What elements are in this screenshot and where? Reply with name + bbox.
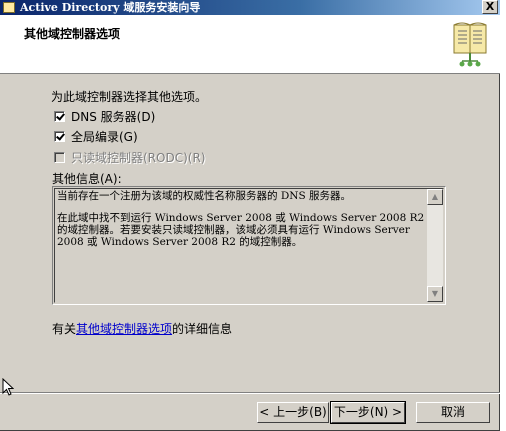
more-info-link[interactable]: 其他域控制器选项 [76,322,172,336]
title-bar[interactable]: Active Directory 域服务安装向导 X [0,0,500,15]
scroll-up-arrow-icon[interactable]: ▲ [427,189,443,205]
dns-server-option[interactable]: DNS 服务器(D) [54,108,155,124]
global-catalog-checkbox[interactable] [54,130,65,142]
wizard-header: 其他域控制器选项 [0,15,500,74]
info-paragraph-1: 当前存在一个注册为该域的权威性名称服务器的 DNS 服务器。 [57,190,351,202]
dns-server-label[interactable]: DNS 服务器(D) [71,108,155,125]
options-prompt: 为此域控制器选择其他选项。 [51,90,208,104]
rodc-label: 只读域控制器(RODC)(R) [71,150,206,165]
info-textbox-frame: 当前存在一个注册为该域的权威性名称服务器的 DNS 服务器。 在此域中找不到运行… [54,188,444,303]
window-title: Active Directory 域服务安装向导 [20,1,201,14]
vertical-scrollbar[interactable]: ▲ ▼ [427,189,443,302]
more-info-suffix: 的详细信息 [172,322,233,336]
global-catalog-option[interactable]: 全局编录(G) [54,128,138,144]
next-button[interactable]: 下一步(N) > [330,401,406,424]
wizard-window: Active Directory 域服务安装向导 X 其他域控制器选项 为此域控… [0,0,500,431]
app-icon [3,2,15,13]
page-title: 其他域控制器选项 [24,27,121,41]
back-button[interactable]: < 上一步(B) [257,402,329,423]
additional-info-textbox[interactable]: 当前存在一个注册为该域的权威性名称服务器的 DNS 服务器。 在此域中找不到运行… [52,186,446,305]
scroll-down-arrow-icon[interactable]: ▼ [427,286,443,302]
global-catalog-label[interactable]: 全局编录(G) [71,128,138,145]
button-separator [0,392,500,394]
close-button[interactable]: X [482,0,498,14]
mouse-cursor-icon [2,378,14,396]
rodc-checkbox [54,151,65,163]
cancel-button[interactable]: 取消 [416,402,490,423]
dns-server-checkbox[interactable] [54,110,65,122]
book-icon [453,22,487,67]
rodc-option: 只读域控制器(RODC)(R) [54,149,205,165]
info-text: 当前存在一个注册为该域的权威性名称服务器的 DNS 服务器。 在此域中找不到运行… [57,190,427,258]
info-paragraph-2: 在此域中找不到运行 Windows Server 2008 或 Windows … [57,212,425,248]
additional-info-label: 其他信息(A): [52,172,122,186]
more-info-prefix: 有关 [52,322,77,336]
more-info-line: 有关其他域控制器选项的详细信息 [52,320,232,337]
